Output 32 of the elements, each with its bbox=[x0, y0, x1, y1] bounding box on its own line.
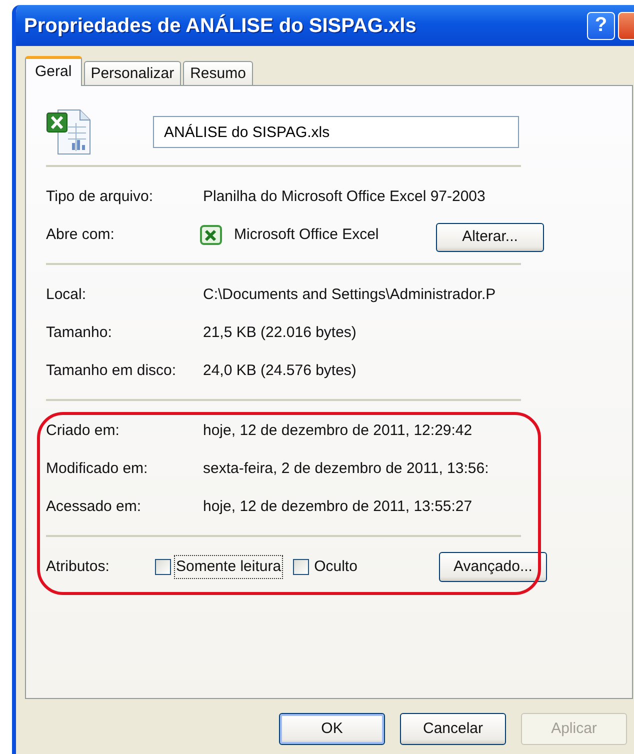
field-value: Planilha do Microsoft Office Excel 97-2003 bbox=[203, 186, 486, 207]
checkbox[interactable] bbox=[155, 559, 171, 575]
field-label: Atributos: bbox=[46, 556, 110, 577]
checkbox[interactable] bbox=[293, 559, 310, 575]
field-value: C:\Documents and Settings\Administrador.P bbox=[203, 284, 496, 305]
field-label: Abre com: bbox=[46, 224, 116, 245]
dialog-button[interactable]: Cancelar bbox=[400, 713, 506, 745]
window-title: Propriedades de ANÁLISE do SISPAG.xls bbox=[24, 13, 416, 38]
dialog-button[interactable]: OK bbox=[279, 713, 385, 745]
field-label: Tamanho em disco: bbox=[46, 360, 178, 381]
tab[interactable]: Personalizar bbox=[84, 61, 182, 85]
field-value: hoje, 12 de dezembro de 2011, 12:29:42 bbox=[203, 420, 472, 441]
help-button[interactable]: ? bbox=[587, 12, 615, 40]
checkbox-label: Oculto bbox=[313, 556, 358, 577]
advanced-button[interactable]: Avançado... bbox=[439, 552, 547, 582]
spreadsheet-app-icon bbox=[200, 225, 222, 245]
field-label: Tipo de arquivo: bbox=[46, 186, 154, 207]
file-name-field[interactable]: ANÁLISE do SISPAG.xls bbox=[153, 116, 519, 148]
field-label: Criado em: bbox=[46, 420, 120, 441]
field-label: Tamanho: bbox=[46, 322, 113, 343]
field-value: 24,0 KB (24.576 bytes) bbox=[203, 360, 356, 381]
field-value: sexta-feira, 2 de dezembro de 2011, 13:56: bbox=[203, 458, 489, 479]
change-button[interactable]: Alterar... bbox=[436, 223, 544, 252]
field-value: 21,5 KB (22.016 bytes) bbox=[203, 322, 356, 343]
field-label: Modificado em: bbox=[46, 458, 149, 479]
tab[interactable]: Resumo bbox=[183, 61, 253, 85]
field-value: Microsoft Office Excel bbox=[234, 224, 379, 245]
field-label: Local: bbox=[46, 284, 88, 305]
checkbox-label: Somente leitura bbox=[174, 554, 284, 580]
field-label: Acessado em: bbox=[46, 496, 142, 517]
tab[interactable]: Geral bbox=[25, 56, 82, 86]
field-value: hoje, 12 de dezembro de 2011, 13:55:27 bbox=[203, 496, 472, 517]
